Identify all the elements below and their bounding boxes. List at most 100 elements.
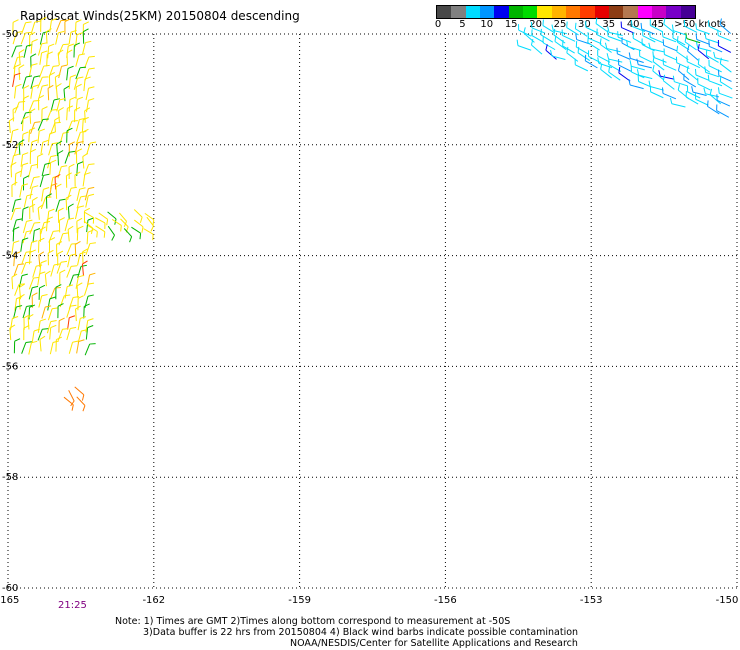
longitude-tick-label: -159 [288, 595, 311, 606]
wind-barb [55, 183, 62, 199]
wind-barb [58, 107, 64, 123]
wind-barb [86, 141, 97, 155]
wind-barb [55, 83, 62, 99]
wind-barb [73, 76, 84, 90]
wind-barb [23, 175, 30, 191]
wind-barb [36, 153, 44, 169]
wind-barb [37, 328, 49, 341]
wind-barb [77, 251, 86, 266]
wind-barb [566, 21, 579, 36]
wind-barb [604, 42, 621, 53]
latitude-tick-label: -52 [2, 140, 18, 151]
wind-barb [39, 64, 50, 78]
wind-barb [39, 335, 46, 352]
wind-barb [618, 66, 631, 82]
wind-barb [550, 49, 566, 60]
wind-barb [29, 176, 40, 190]
axis-labels: -165 -162 -159 -156 -153 -150 -50 -52 -54 -56 -58 -… [0, 29, 738, 606]
wind-barb [76, 282, 83, 298]
wind-barb [27, 313, 34, 330]
wind-barb [649, 19, 663, 33]
wind-barb [662, 58, 677, 71]
wind-barb [74, 19, 82, 35]
wind-barb [29, 108, 36, 124]
wind-barb [29, 148, 37, 164]
wind-barb [29, 185, 39, 200]
wind-barb [40, 220, 51, 235]
wind-barb [55, 284, 62, 300]
wind-barb [98, 212, 109, 226]
wind-barb [84, 186, 95, 201]
wind-barb [648, 80, 664, 91]
wind-barb [37, 42, 48, 56]
wind-barb [28, 163, 38, 178]
wind-barb [10, 153, 20, 168]
wind-barb [76, 187, 86, 201]
wind-barb [85, 325, 94, 340]
wind-barb [82, 152, 89, 169]
wind-barb [59, 269, 66, 285]
wind-barb [64, 284, 74, 299]
wind-barb [45, 28, 52, 44]
wind-barb [22, 95, 30, 111]
wind-barb [697, 44, 710, 60]
wind-map: -165 -162 -159 -156 -153 -150 -50 -52 -54 -56 -58 -… [0, 16, 738, 606]
wind-barb [83, 282, 95, 296]
wind-barb [74, 171, 81, 187]
wind-barb [68, 141, 75, 157]
longitude-tick-label: -156 [434, 595, 457, 606]
wind-barb [59, 131, 69, 145]
wind-barb [45, 216, 54, 232]
longitude-tick-label: -153 [580, 595, 603, 606]
wind-barb [669, 97, 686, 108]
wind-barb [123, 228, 133, 243]
wind-barb [66, 304, 77, 318]
wind-barb [76, 225, 84, 241]
wind-barb [18, 273, 28, 288]
wind-barb [28, 99, 40, 113]
wind-barbs [8, 16, 733, 412]
wind-barb [717, 87, 733, 99]
wind-barb [75, 53, 86, 67]
wind-barb [74, 386, 85, 401]
wind-barb [39, 50, 48, 65]
wind-barb [66, 49, 73, 65]
wind-barb [595, 17, 608, 33]
wind-barb [64, 150, 75, 164]
wind-barb [11, 181, 18, 198]
wind-barb [28, 340, 38, 355]
wind-barb [584, 54, 598, 69]
wind-barb [68, 163, 75, 179]
wind-barb [38, 284, 46, 300]
note-line-3: NOAA/NESDIS/Center for Satellite Applica… [290, 638, 578, 649]
wind-barb [75, 83, 82, 99]
wind-barb [131, 226, 142, 240]
wind-barb [21, 206, 29, 222]
wind-barb [30, 20, 41, 34]
wind-barb [76, 339, 85, 354]
wind-barb [47, 307, 59, 321]
wind-barb [111, 218, 122, 232]
wind-barb [663, 18, 676, 34]
wind-barb [648, 42, 665, 53]
wind-barb [708, 59, 722, 73]
wind-barb [49, 159, 57, 175]
wind-barb [55, 30, 65, 45]
wind-barb [49, 18, 58, 33]
longitude-tick-label: -150 [716, 595, 739, 606]
wind-barb [12, 106, 19, 122]
wind-barb [636, 58, 652, 69]
wind-barb [66, 127, 73, 143]
wind-barb [30, 84, 39, 99]
wind-barb [708, 20, 722, 33]
wind-barb [649, 85, 664, 99]
wind-barb [562, 39, 575, 54]
wind-barb [705, 49, 719, 63]
wind-barb [85, 86, 95, 101]
pass-timestamp: 21:25 [58, 600, 87, 611]
wind-barb [686, 55, 701, 69]
wind-barb [76, 396, 86, 412]
wind-barb [620, 21, 635, 34]
wind-barb [9, 316, 19, 331]
wind-barb [86, 229, 94, 245]
